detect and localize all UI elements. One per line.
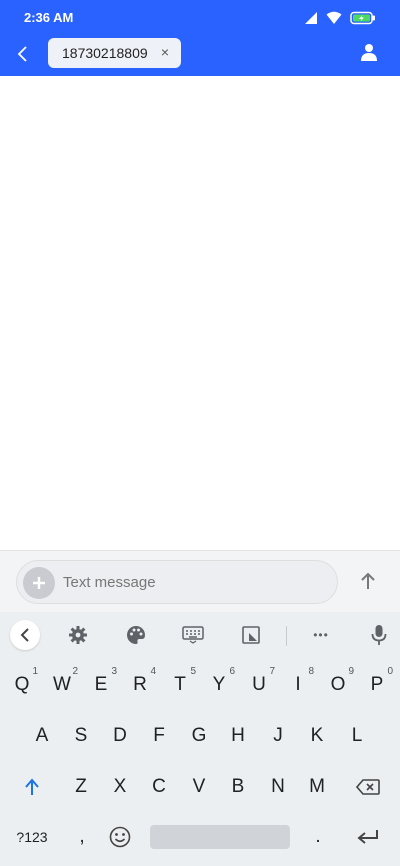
microphone-icon <box>371 625 387 645</box>
voice-input-button[interactable] <box>364 621 394 649</box>
symbols-key[interactable]: ?123 <box>6 817 58 857</box>
key-h[interactable]: H <box>218 716 258 756</box>
more-options-button[interactable]: ••• <box>306 621 336 649</box>
remove-recipient-icon[interactable]: × <box>161 44 169 60</box>
shift-key[interactable] <box>12 767 52 807</box>
period-key[interactable]: . <box>298 817 338 857</box>
key-o[interactable]: O9 <box>318 665 358 705</box>
key-i[interactable]: I8 <box>278 665 318 705</box>
key-t[interactable]: T5 <box>160 665 200 705</box>
status-icons <box>304 10 376 26</box>
backspace-key[interactable] <box>346 767 390 807</box>
back-button[interactable] <box>8 40 36 68</box>
enter-key[interactable] <box>348 817 388 857</box>
key-j[interactable]: J <box>258 716 298 756</box>
wifi-icon <box>326 11 342 24</box>
one-handed-button[interactable] <box>236 621 266 649</box>
message-input[interactable] <box>63 561 323 603</box>
signal-icon <box>305 12 317 24</box>
key-m[interactable]: M <box>297 767 337 807</box>
keyboard-collapse-button[interactable] <box>10 620 40 650</box>
arrow-up-icon <box>361 572 375 589</box>
key-a[interactable]: A <box>22 716 62 756</box>
chevron-left-icon <box>20 628 29 642</box>
key-c[interactable]: C <box>139 767 179 807</box>
app-header: 2:36 AM 18730218809 × <box>0 0 400 76</box>
key-x[interactable]: X <box>100 767 140 807</box>
emoji-key[interactable] <box>100 817 140 857</box>
battery-icon <box>350 11 375 25</box>
attach-button[interactable] <box>23 567 55 599</box>
comma-key[interactable]: , <box>62 817 102 857</box>
theme-button[interactable] <box>121 621 151 649</box>
backspace-icon <box>356 779 380 795</box>
plus-icon <box>33 577 45 589</box>
gear-icon <box>69 626 87 644</box>
keyboard-toolbar: ••• <box>0 612 400 658</box>
key-v[interactable]: V <box>179 767 219 807</box>
message-thread <box>0 76 400 550</box>
key-n[interactable]: N <box>258 767 298 807</box>
recipient-number: 18730218809 <box>62 45 148 61</box>
contact-button[interactable] <box>358 41 380 63</box>
keyboard: ••• Q1 W2 E3 R4 T5 Y6 U7 I8 O9 P0 A S D … <box>0 612 400 866</box>
key-y[interactable]: Y6 <box>199 665 239 705</box>
key-q[interactable]: Q1 <box>2 665 42 705</box>
compose-bar <box>0 550 400 612</box>
key-w[interactable]: W2 <box>42 665 82 705</box>
key-g[interactable]: G <box>179 716 219 756</box>
key-d[interactable]: D <box>100 716 140 756</box>
key-e[interactable]: E3 <box>81 665 121 705</box>
keyboard-icon <box>182 626 204 644</box>
status-bar: 2:36 AM <box>0 0 400 36</box>
key-p[interactable]: P0 <box>357 665 397 705</box>
key-z[interactable]: Z <box>61 767 101 807</box>
key-r[interactable]: R4 <box>120 665 160 705</box>
smiley-icon <box>109 826 131 848</box>
chevron-left-icon <box>17 46 27 62</box>
status-time: 2:36 AM <box>24 10 74 25</box>
recipient-chip[interactable]: 18730218809 × <box>48 38 181 68</box>
space-key[interactable] <box>150 825 290 849</box>
message-box <box>16 560 338 604</box>
key-u[interactable]: U7 <box>239 665 279 705</box>
person-icon <box>361 44 377 61</box>
key-s[interactable]: S <box>61 716 101 756</box>
key-k[interactable]: K <box>297 716 337 756</box>
toolbar-divider <box>286 626 287 646</box>
settings-button[interactable] <box>63 621 93 649</box>
palette-icon <box>127 626 145 644</box>
enter-icon <box>357 830 378 844</box>
keyboard-mode-button[interactable] <box>178 621 208 649</box>
send-button[interactable] <box>356 569 380 593</box>
key-l[interactable]: L <box>337 716 377 756</box>
key-b[interactable]: B <box>218 767 258 807</box>
shift-arrow-icon <box>25 778 39 795</box>
key-f[interactable]: F <box>139 716 179 756</box>
resize-icon <box>242 626 260 644</box>
